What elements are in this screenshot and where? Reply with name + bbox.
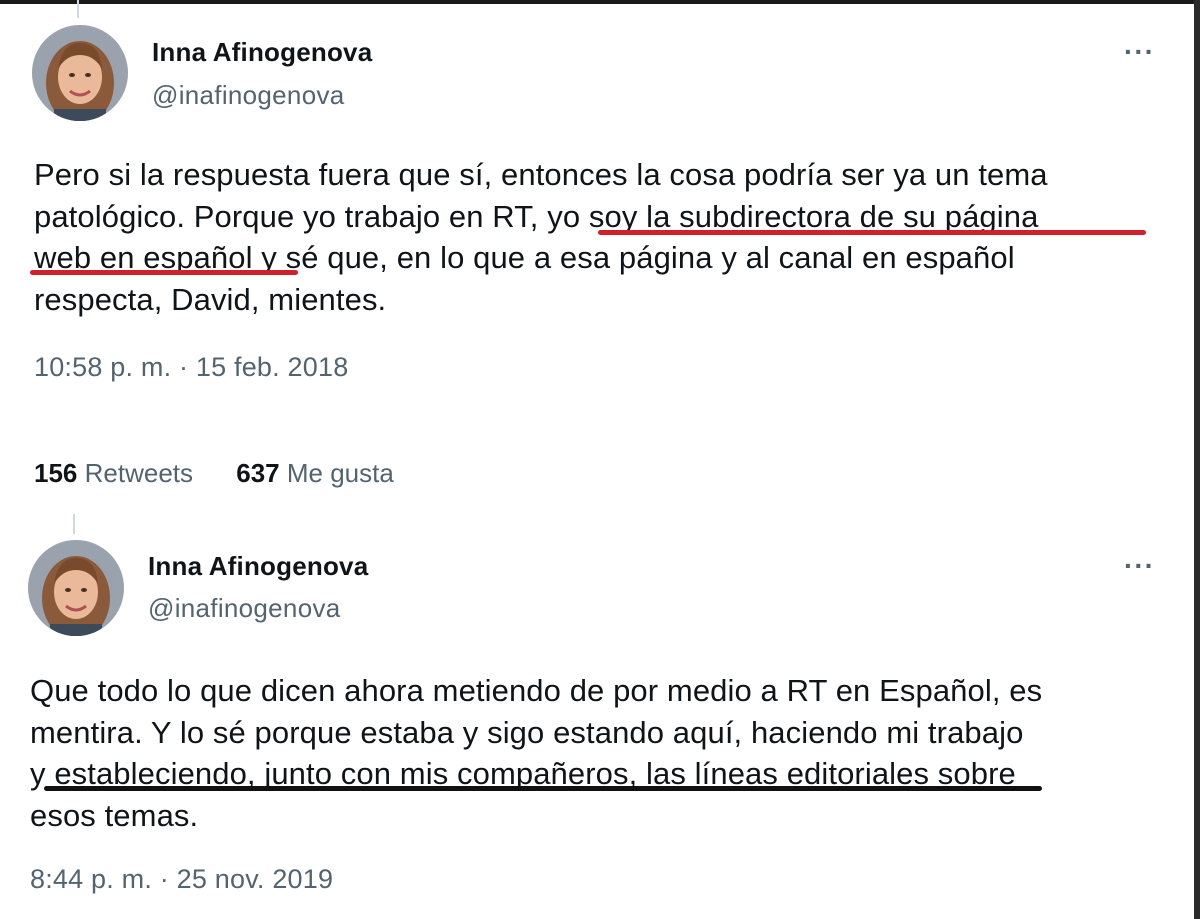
avatar[interactable] xyxy=(28,540,124,636)
highlight-underline xyxy=(30,270,298,275)
tweet-text-line: respecta, David, mientes. xyxy=(34,281,387,317)
retweets-count: 156 xyxy=(34,458,78,488)
tweet-text: Que todo lo que dicen ahora metiendo de … xyxy=(30,670,1160,836)
profile-photo-icon xyxy=(32,25,128,121)
tweet-2[interactable]: Inna Afinogenova @inafinogenova ··· Que … xyxy=(0,530,1194,919)
engagement-stats: 156 Retweets 637 Me gusta xyxy=(34,458,430,489)
author-handle[interactable]: @inafinogenova xyxy=(152,80,345,111)
retweets-stat[interactable]: 156 Retweets xyxy=(34,458,193,488)
likes-label: Me gusta xyxy=(286,458,394,488)
likes-stat[interactable]: 637 Me gusta xyxy=(236,458,394,488)
tweet-text-line: esos temas. xyxy=(30,797,199,833)
author-name[interactable]: Inna Afinogenova xyxy=(148,551,368,582)
avatar[interactable] xyxy=(32,25,128,121)
author-handle[interactable]: @inafinogenova xyxy=(148,593,341,624)
right-border xyxy=(1194,0,1200,919)
tweet-text-line: Que todo lo que dicen ahora metiendo de … xyxy=(30,673,1043,708)
retweets-label: Retweets xyxy=(84,458,194,488)
profile-photo-icon xyxy=(28,540,124,636)
tweet-text-line: Pero si la respuesta fuera que sí, enton… xyxy=(34,157,1048,192)
tweet-text: Pero si la respuesta fuera que sí, enton… xyxy=(34,154,1164,320)
tweet-1[interactable]: Inna Afinogenova @inafinogenova ··· Pero… xyxy=(0,0,1194,510)
timestamp[interactable]: 8:44 p. m. · 25 nov. 2019 xyxy=(30,864,333,895)
timestamp[interactable]: 10:58 p. m. · 15 feb. 2018 xyxy=(34,352,348,383)
more-horizontal-icon[interactable]: ··· xyxy=(1124,550,1155,582)
highlight-underline xyxy=(44,786,1042,791)
author-name[interactable]: Inna Afinogenova xyxy=(152,37,372,68)
likes-count: 637 xyxy=(236,458,280,488)
highlight-underline xyxy=(598,230,1146,235)
tweet-text-line: mentira. Y lo sé porque estaba y sigo es… xyxy=(30,714,1024,750)
more-horizontal-icon[interactable]: ··· xyxy=(1124,36,1155,68)
